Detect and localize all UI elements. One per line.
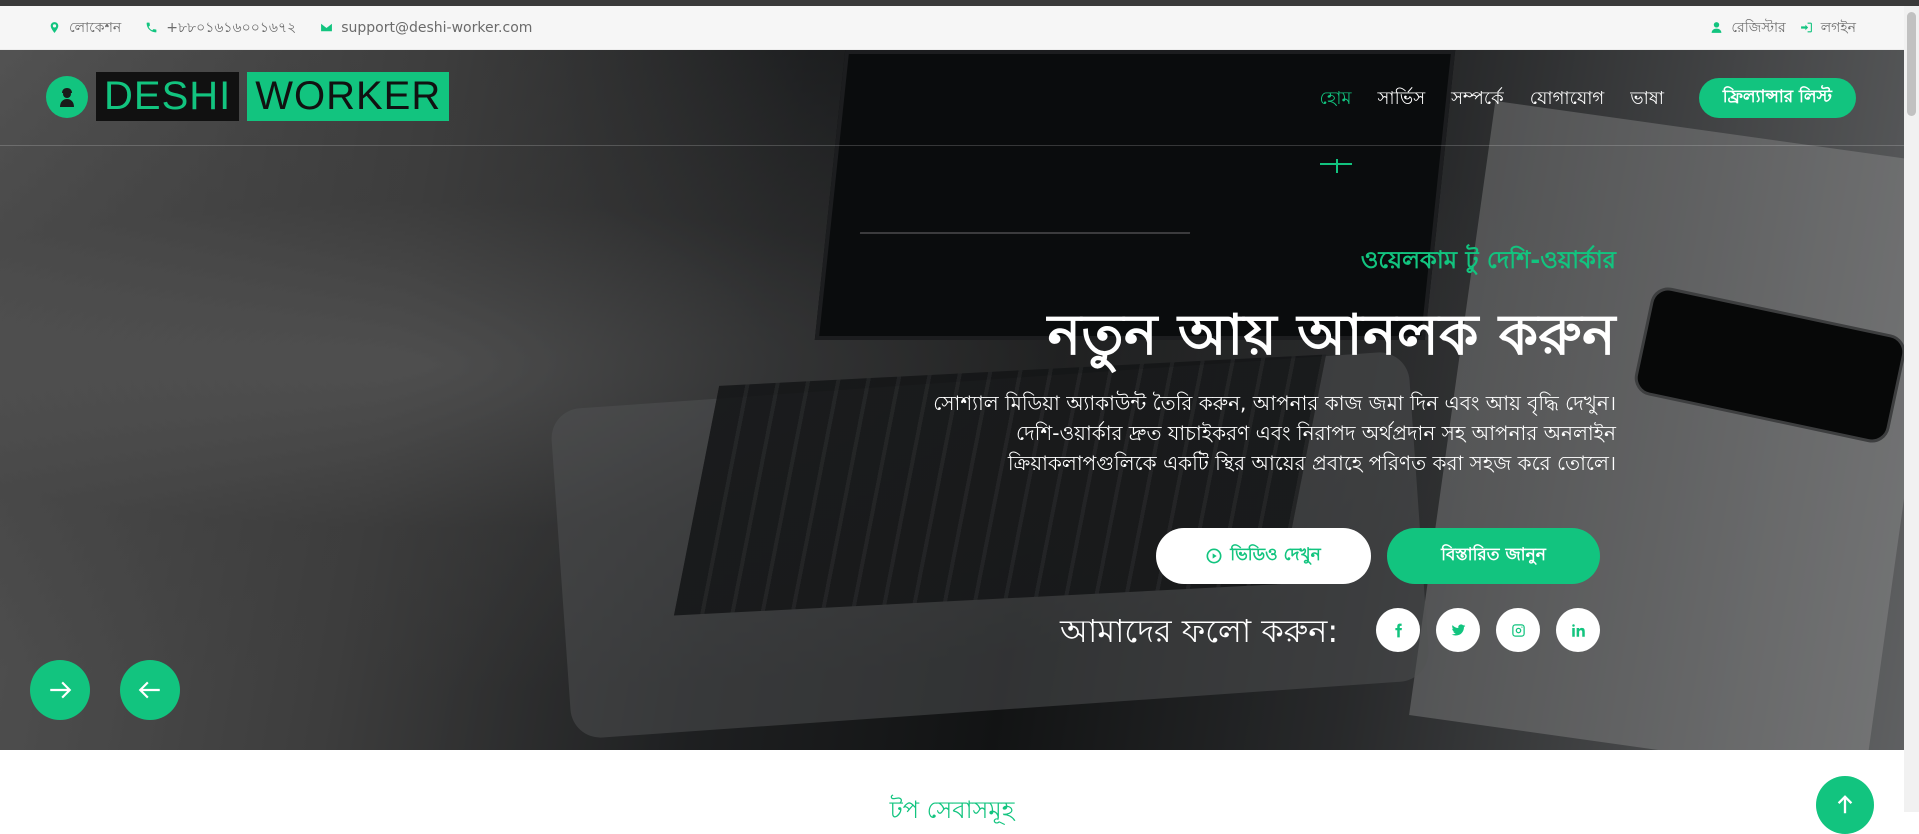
- hero-description-line: সোশ্যাল মিডিয়া অ্যাকাউন্ট তৈরি করুন, আপ…: [933, 391, 1616, 415]
- linkedin-icon[interactable]: [1556, 608, 1600, 652]
- nav-item-contact[interactable]: যোগাযোগ: [1530, 84, 1605, 115]
- arrow-left-icon: [138, 681, 160, 699]
- login-link[interactable]: লগইন: [1800, 16, 1856, 40]
- nav-item-language[interactable]: ভাষা: [1630, 84, 1664, 115]
- hero-description: সোশ্যাল মিডিয়া অ্যাকাউন্ট তৈরি করুন, আপ…: [856, 388, 1616, 478]
- register-link[interactable]: রেজিস্টার: [1710, 16, 1786, 40]
- arrow-up-icon: [1837, 795, 1853, 814]
- hero-description-line: ক্রিয়াকলাপগুলিকে একটি স্থির আয়ের প্রবা…: [1007, 451, 1616, 475]
- main-navbar: DESHI WORKER হোম সার্ভিস সম্পর্কে যোগাযো…: [0, 50, 1904, 173]
- page-scrollbar[interactable]: [1904, 6, 1919, 812]
- watch-video-button[interactable]: ভিডিও দেখুন: [1156, 528, 1371, 584]
- instagram-icon[interactable]: [1496, 608, 1540, 652]
- arrow-right-icon: [50, 681, 72, 699]
- watch-video-label: ভিডিও দেখুন: [1230, 545, 1321, 565]
- nav-menu: হোম সার্ভিস সম্পর্কে যোগাযোগ ভাষা: [1319, 84, 1664, 173]
- register-text: রেজিস্টার: [1731, 19, 1786, 36]
- phone-link[interactable]: +৮৮০১৬১৬০০১৬৭২: [145, 16, 296, 40]
- learn-more-button[interactable]: বিস্তারিত জানুন: [1387, 528, 1600, 584]
- worker-icon: [46, 75, 88, 118]
- freelancer-list-button[interactable]: ফ্রিল্যান্সার লিস্ট: [1698, 78, 1856, 118]
- logo-word-worker: WORKER: [247, 72, 450, 121]
- map-pin-icon: [50, 22, 59, 33]
- login-text: লগইন: [1820, 19, 1856, 36]
- slider-prev-button[interactable]: [120, 660, 180, 720]
- logo-word-deshi: DESHI: [96, 72, 240, 121]
- site-logo[interactable]: DESHI WORKER: [46, 72, 450, 121]
- nav-item-about[interactable]: সম্পর্কে: [1451, 84, 1504, 115]
- location-text: লোকেশন: [69, 19, 122, 36]
- hero-description-line: দেশি-ওয়ার্কার দ্রুত যাচাইকরণ এবং নিরাপদ…: [1016, 421, 1616, 445]
- contact-info-group: লোকেশন +৮৮০১৬১৬০০১৬৭২ support@deshi-work…: [48, 16, 532, 40]
- sign-in-icon: [1800, 22, 1812, 33]
- nav-item-home[interactable]: হোম: [1319, 84, 1352, 173]
- email-text: support@deshi-worker.com: [341, 19, 533, 36]
- phone-text: +৮৮০১৬১৬০০১৬৭২: [166, 19, 297, 36]
- email-link[interactable]: support@deshi-worker.com: [320, 20, 532, 36]
- user-icon: [1711, 22, 1722, 33]
- twitter-icon[interactable]: [1436, 608, 1480, 652]
- follow-us-label: আমাদের ফলো করুন:: [1060, 612, 1339, 650]
- nav-item-services[interactable]: সার্ভিস: [1378, 84, 1426, 115]
- slider-next-button[interactable]: [30, 660, 90, 720]
- phone-icon: [146, 22, 157, 33]
- page-scrollbar-thumb[interactable]: [1907, 12, 1916, 116]
- hero-headline: নতুন আয় আনলক করুন: [1047, 303, 1616, 368]
- envelope-icon: [321, 23, 333, 32]
- scroll-to-top-button[interactable]: [1816, 776, 1874, 834]
- social-links: [1376, 608, 1600, 652]
- location-link[interactable]: লোকেশন: [48, 16, 121, 40]
- play-circle-icon: [1206, 548, 1222, 564]
- top-services-title: টপ সেবাসমূহ: [889, 796, 1015, 824]
- top-info-bar: লোকেশন +৮৮০১৬১৬০০১৬৭২ support@deshi-work…: [0, 6, 1904, 50]
- account-links-group: রেজিস্টার লগইন: [1710, 16, 1856, 40]
- hero-tagline: ওয়েলকাম টু দেশি-ওয়ার্কার: [1360, 246, 1616, 274]
- facebook-icon[interactable]: [1376, 608, 1420, 652]
